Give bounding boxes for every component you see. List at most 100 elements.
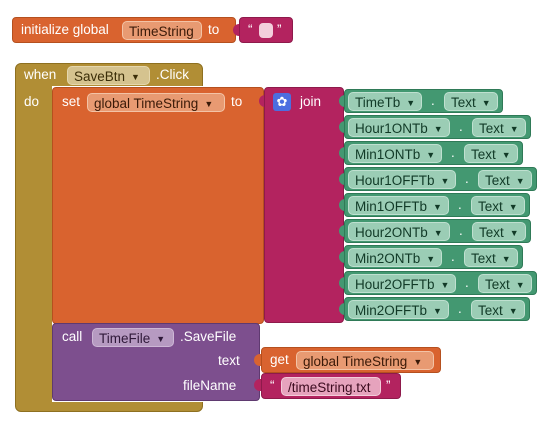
component-property-getter[interactable]: Min2OFFTb ▼. Text ▼ — [344, 297, 530, 321]
filename-text-block[interactable]: “ /timeString.txt ” — [261, 373, 401, 399]
empty-text-block[interactable]: “ ” — [239, 17, 293, 43]
set-variable-dropdown[interactable]: global TimeString ▼ — [87, 93, 225, 112]
component-dropdown[interactable]: Min2ONTb ▼ — [348, 248, 443, 267]
dropdown-arrow-icon: ▼ — [509, 123, 519, 134]
call-component-dropdown[interactable]: TimeFile ▼ — [92, 328, 174, 347]
when-label: when — [24, 67, 57, 82]
component-property-getter[interactable]: Hour1OFFTb ▼. Text ▼ — [344, 167, 537, 191]
component-dropdown[interactable]: Min1ONTb ▼ — [348, 144, 443, 163]
set-to-label: to — [231, 94, 243, 109]
component-property-getter[interactable]: Hour2OFFTb ▼. Text ▼ — [344, 271, 537, 295]
dropdown-arrow-icon: ▼ — [433, 123, 443, 134]
component-property-getter[interactable]: TimeTb ▼. Text ▼ — [344, 89, 503, 113]
event-component-dropdown[interactable]: SaveBtn ▼ — [67, 66, 150, 85]
empty-text-field[interactable] — [259, 23, 273, 38]
dropdown-arrow-icon: ▼ — [426, 253, 436, 264]
dropdown-arrow-icon: ▼ — [433, 201, 442, 212]
component-property-getter[interactable]: Hour1ONTb ▼. Text ▼ — [344, 115, 531, 139]
call-component-text: TimeFile — [99, 331, 151, 346]
component-name: Min1ONTb — [355, 147, 421, 162]
property-dropdown[interactable]: Text ▼ — [478, 274, 532, 293]
component-property-getter[interactable]: Min1OFFTb ▼. Text ▼ — [344, 193, 530, 217]
component-dropdown[interactable]: Hour1OFFTb ▼ — [348, 170, 457, 189]
property-dot: . — [458, 197, 462, 212]
filename-arg-label: fileName — [183, 378, 237, 393]
property-dropdown[interactable]: Text ▼ — [444, 92, 498, 111]
component-dropdown[interactable]: Min1OFFTb ▼ — [348, 196, 449, 215]
property-name: Text — [485, 277, 510, 292]
dropdown-arrow-icon: ▼ — [501, 253, 511, 264]
property-dot: . — [458, 301, 462, 316]
quote-open: “ — [248, 22, 253, 37]
filename-value: /timeString.txt — [288, 380, 371, 395]
dropdown-arrow-icon: ▼ — [501, 149, 511, 160]
call-label: call — [62, 329, 83, 344]
call-savefile-block[interactable]: call TimeFile ▼ .SaveFile text fileName — [52, 323, 260, 401]
dropdown-arrow-icon: ▼ — [440, 279, 450, 290]
filename-text-field[interactable]: /timeString.txt — [281, 377, 381, 396]
component-property-getter[interactable]: Min2ONTb ▼. Text ▼ — [344, 245, 523, 269]
dropdown-arrow-icon: ▼ — [508, 201, 518, 212]
component-name: Min2OFFTb — [355, 303, 428, 318]
dropdown-arrow-icon: ▼ — [508, 305, 518, 316]
join-block[interactable]: ✿ join — [264, 87, 344, 323]
property-name: Text — [478, 199, 503, 214]
property-dot: . — [431, 93, 435, 108]
component-dropdown[interactable]: Hour2ONTb ▼ — [348, 222, 450, 241]
dropdown-arrow-icon: ▼ — [515, 175, 525, 186]
set-variable-text: global TimeString — [94, 96, 199, 111]
do-label: do — [24, 94, 40, 109]
property-dropdown[interactable]: Text ▼ — [471, 196, 525, 215]
property-dropdown[interactable]: Text ▼ — [471, 300, 525, 319]
component-name: TimeTb — [355, 95, 401, 110]
component-property-getter[interactable]: Hour2ONTb ▼. Text ▼ — [344, 219, 531, 243]
component-name: Hour2OFFTb — [355, 277, 435, 292]
component-dropdown[interactable]: Hour1ONTb ▼ — [348, 118, 450, 137]
component-name: Min2ONTb — [355, 251, 421, 266]
property-dropdown[interactable]: Text ▼ — [464, 144, 518, 163]
dropdown-arrow-icon: ▼ — [433, 227, 443, 238]
dropdown-arrow-icon: ▼ — [156, 333, 166, 344]
dropdown-arrow-icon: ▼ — [413, 356, 423, 367]
component-name: Hour1OFFTb — [355, 173, 435, 188]
component-dropdown[interactable]: Hour2OFFTb ▼ — [348, 274, 457, 293]
component-name: Min1OFFTb — [355, 199, 428, 214]
get-label: get — [270, 352, 289, 367]
component-name: Hour2ONTb — [355, 225, 428, 240]
get-variable-dropdown[interactable]: global TimeString ▼ — [296, 351, 434, 370]
component-name: Hour1ONTb — [355, 121, 428, 136]
get-variable-text: global TimeString — [303, 354, 408, 369]
get-global-block[interactable]: get global TimeString ▼ — [261, 347, 441, 373]
event-component-text: SaveBtn — [74, 69, 126, 84]
dropdown-arrow-icon: ▼ — [406, 97, 416, 108]
variable-name-text: TimeString — [129, 24, 194, 39]
dropdown-arrow-icon: ▼ — [433, 305, 442, 316]
text-arg-socket — [254, 354, 261, 366]
property-dropdown[interactable]: Text ▼ — [472, 222, 526, 241]
set-global-block[interactable]: set global TimeString ▼ to — [52, 87, 264, 324]
component-property-getter[interactable]: Min1ONTb ▼. Text ▼ — [344, 141, 523, 165]
component-dropdown[interactable]: TimeTb ▼ — [348, 92, 423, 111]
variable-name-field[interactable]: TimeString — [122, 21, 202, 40]
property-name: Text — [485, 173, 510, 188]
dropdown-arrow-icon: ▼ — [481, 97, 491, 108]
call-method-label: .SaveFile — [180, 329, 237, 344]
initialize-global-block[interactable]: initialize global TimeString to — [12, 17, 236, 43]
component-dropdown[interactable]: Min2OFFTb ▼ — [348, 300, 449, 319]
property-name: Text — [451, 95, 476, 110]
quote-open: “ — [270, 378, 275, 393]
property-dropdown[interactable]: Text ▼ — [478, 170, 532, 189]
property-name: Text — [479, 121, 504, 136]
initialize-global-label: initialize global — [21, 22, 109, 37]
property-dropdown[interactable]: Text ▼ — [472, 118, 526, 137]
property-dot: . — [451, 249, 455, 264]
init-to-label: to — [208, 22, 220, 37]
join-label: join — [300, 94, 322, 109]
quote-close: ” — [277, 22, 282, 37]
gear-icon[interactable]: ✿ — [273, 93, 291, 111]
property-dot: . — [465, 171, 469, 186]
filename-arg-socket — [254, 379, 261, 391]
property-dropdown[interactable]: Text ▼ — [464, 248, 518, 267]
property-name: Text — [478, 303, 503, 318]
quote-close: ” — [386, 378, 391, 393]
